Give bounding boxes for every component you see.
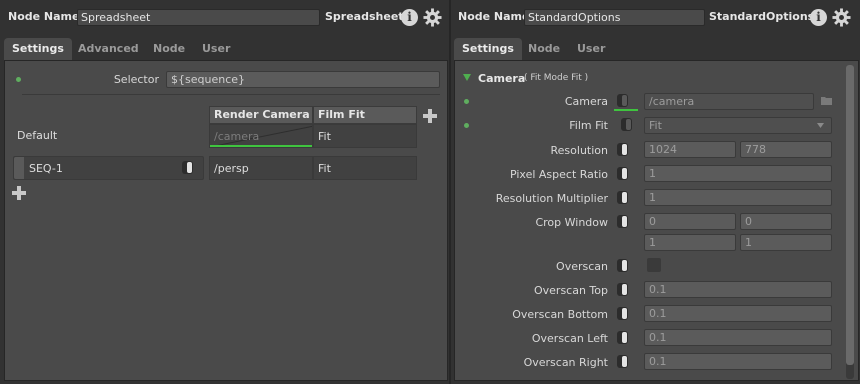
scrollbar-thumb[interactable]	[846, 65, 854, 365]
tab-user[interactable]: User	[194, 38, 238, 60]
overscan-left-input[interactable]: 0.1	[644, 329, 832, 346]
camera-label: Camera	[564, 95, 608, 108]
overscan-top-input[interactable]: 0.1	[644, 281, 832, 298]
tab-settings[interactable]: Settings	[4, 38, 72, 60]
overscan-checkbox[interactable]	[647, 258, 661, 272]
resolution-multiplier-toggle[interactable]	[617, 191, 628, 204]
spreadsheet-node-panel: Node Name Spreadsheet Spreadsheet i Sett…	[0, 0, 449, 384]
camera-enabled-toggle[interactable]	[617, 94, 628, 107]
selector-input[interactable]: ${sequence}	[166, 71, 440, 88]
camera-indicator-dot	[464, 99, 469, 104]
resolution-multiplier-label: Resolution Multiplier	[495, 192, 608, 205]
overscan-right-input[interactable]: 0.1	[644, 353, 832, 370]
row-film-fit-cell[interactable]: Fit	[313, 156, 417, 180]
table-row[interactable]: SEQ-1	[13, 156, 204, 180]
gear-icon[interactable]	[423, 8, 442, 27]
resolution-y-input[interactable]: 778	[740, 141, 832, 158]
crop-window-min-x-input[interactable]: 0	[644, 213, 736, 230]
row-drag-handle[interactable]	[14, 157, 24, 179]
overscan-top-label: Overscan Top	[533, 284, 608, 297]
node-type-label: Spreadsheet	[325, 10, 404, 23]
row-film-fit-value: Fit	[318, 162, 331, 175]
folder-icon[interactable]	[821, 96, 832, 105]
row-render-camera-value: /persp	[214, 162, 249, 175]
tab-node[interactable]: Node	[145, 38, 193, 60]
tab-advanced[interactable]: Advanced	[70, 38, 147, 60]
enabled-underline	[210, 145, 312, 147]
node-type-label: StandardOptions	[709, 10, 815, 23]
section-summary: ( Fit Mode Fit )	[524, 73, 589, 83]
gear-icon[interactable]	[832, 8, 851, 27]
info-icon[interactable]: i	[810, 9, 827, 26]
default-indicator-dot	[16, 77, 21, 82]
film-fit-label: Film Fit	[569, 119, 608, 132]
pixel-aspect-ratio-toggle[interactable]	[617, 167, 628, 180]
default-render-camera-value: /camera	[214, 130, 260, 143]
film-fit-toggle[interactable]	[621, 118, 632, 131]
tab-settings[interactable]: Settings	[454, 38, 522, 60]
enabled-underline	[614, 109, 638, 111]
camera-input[interactable]: /camera	[644, 93, 814, 110]
default-film-fit-cell[interactable]: Fit	[313, 124, 417, 148]
overscan-bottom-label: Overscan Bottom	[512, 308, 608, 321]
crop-window-max-x-input[interactable]: 1	[644, 234, 736, 251]
dropdown-arrow-icon	[817, 123, 824, 128]
row-render-camera-cell[interactable]: /persp	[209, 156, 313, 180]
overscan-right-label: Overscan Right	[523, 356, 608, 369]
divider	[22, 94, 440, 95]
column-header-film-fit[interactable]: Film Fit	[313, 106, 417, 124]
overscan-left-label: Overscan Left	[531, 332, 608, 345]
overscan-right-toggle[interactable]	[617, 355, 628, 368]
add-row-plus-icon[interactable]	[12, 186, 26, 200]
resolution-x-input[interactable]: 1024	[644, 141, 736, 158]
crop-window-max-y-input[interactable]: 1	[740, 234, 832, 251]
default-row-label: Default	[17, 129, 58, 142]
node-name-label: Node Name	[8, 10, 80, 23]
resolution-label: Resolution	[550, 144, 608, 157]
default-film-fit-value: Fit	[318, 130, 331, 143]
crop-window-label: Crop Window	[535, 216, 608, 229]
crop-window-toggle[interactable]	[617, 215, 628, 228]
tab-node[interactable]: Node	[520, 38, 568, 60]
crop-window-min-y-input[interactable]: 0	[740, 213, 832, 230]
add-column-plus-icon[interactable]	[423, 109, 437, 123]
info-icon[interactable]: i	[401, 9, 418, 26]
overscan-toggle[interactable]	[617, 259, 628, 272]
default-render-camera-cell[interactable]: /camera	[209, 124, 313, 148]
overscan-label: Overscan	[556, 260, 608, 273]
selector-label: Selector	[113, 73, 159, 86]
node-name-input[interactable]: Spreadsheet	[77, 9, 320, 26]
tab-user[interactable]: User	[569, 38, 613, 60]
pixel-aspect-ratio-label: Pixel Aspect Ratio	[509, 168, 608, 181]
standardoptions-node-panel: Node Name StandardOptions StandardOption…	[451, 0, 860, 384]
column-header-render-camera[interactable]: Render Camera	[209, 106, 313, 124]
resolution-toggle[interactable]	[617, 143, 628, 156]
film-fit-value: Fit	[649, 119, 662, 132]
overscan-top-toggle[interactable]	[617, 283, 628, 296]
triangle-down-icon[interactable]	[463, 74, 471, 81]
overscan-left-toggle[interactable]	[617, 331, 628, 344]
section-title[interactable]: Camera	[478, 72, 525, 85]
node-name-label: Node Name	[458, 10, 530, 23]
resolution-multiplier-input[interactable]: 1	[644, 189, 832, 206]
film-fit-indicator-dot	[464, 123, 469, 128]
row-enabled-toggle[interactable]	[182, 161, 193, 174]
node-name-input[interactable]: StandardOptions	[524, 9, 705, 26]
overscan-bottom-input[interactable]: 0.1	[644, 305, 832, 322]
pixel-aspect-ratio-input[interactable]: 1	[644, 165, 832, 182]
overscan-bottom-toggle[interactable]	[617, 307, 628, 320]
film-fit-dropdown[interactable]: Fit	[644, 117, 832, 134]
row-name[interactable]: SEQ-1	[25, 162, 63, 175]
